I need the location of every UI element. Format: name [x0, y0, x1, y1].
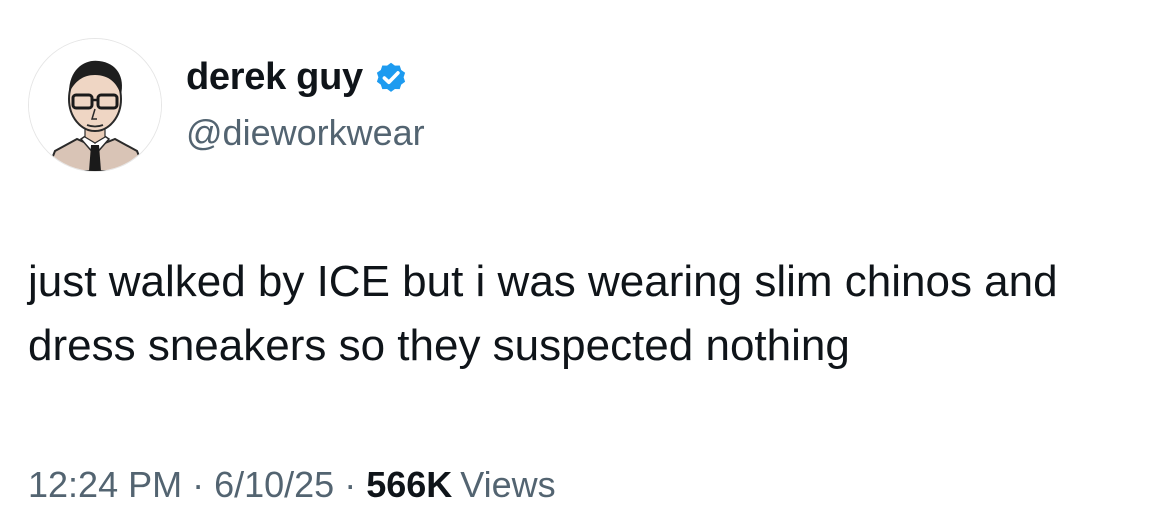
tweet-text: just walked by ICE but i was wearing sli… — [28, 257, 1058, 370]
avatar[interactable] — [28, 38, 162, 172]
tweet: derek guy @dieworkwear just walked by IC… — [0, 0, 1152, 530]
views-count[interactable]: 566K — [366, 464, 452, 505]
views-label: Views — [460, 464, 556, 505]
tweet-meta: 12:24 PM · 6/10/25 · 566K Views — [28, 462, 556, 508]
display-name-row: derek guy — [186, 54, 425, 100]
avatar-illustration — [29, 39, 161, 171]
tweet-time[interactable]: 12:24 PM — [28, 464, 182, 505]
meta-separator: · — [192, 464, 205, 505]
tweet-date[interactable]: 6/10/25 — [214, 464, 334, 505]
verified-badge-icon[interactable] — [373, 59, 409, 95]
user-handle[interactable]: @dieworkwear — [186, 110, 425, 156]
author-names: derek guy @dieworkwear — [186, 54, 425, 156]
tweet-header: derek guy @dieworkwear — [28, 38, 425, 172]
meta-separator: · — [344, 464, 357, 505]
display-name[interactable]: derek guy — [186, 54, 363, 100]
